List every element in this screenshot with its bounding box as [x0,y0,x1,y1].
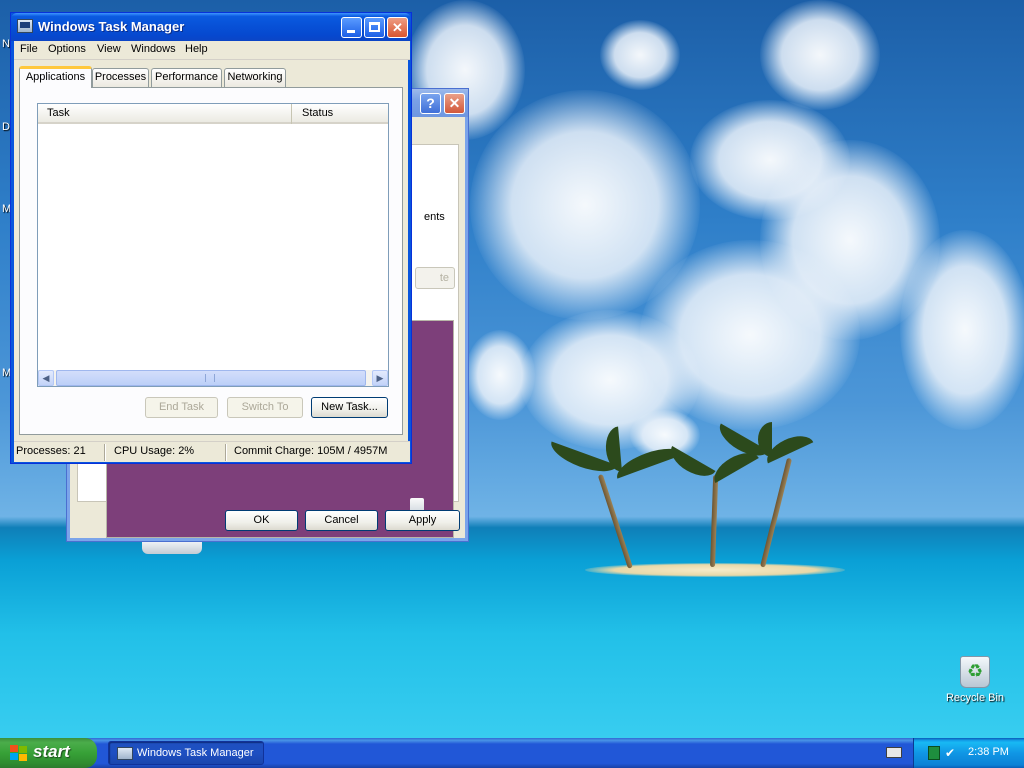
cloud [760,0,880,110]
task-manager-titlebar[interactable]: Windows Task Manager ✕ [11,13,411,41]
window-title: Windows Task Manager [38,19,185,34]
list-header: Task Status [38,104,388,124]
recycle-bin-label: Recycle Bin [945,692,1005,704]
tab-performance[interactable]: Performance [151,68,222,87]
menu-options[interactable]: Options [48,43,86,55]
menu-bar: File Options View Windows Help [14,41,410,60]
horizontal-scrollbar[interactable]: ◀ ▶ [38,370,388,386]
close-button[interactable]: ✕ [387,17,408,38]
partial-disabled-button[interactable]: te [415,267,455,289]
column-header-task[interactable]: Task [38,104,292,124]
taskbar: start Windows Task Manager ✔ 2:38 PM [0,738,1024,768]
status-separator [104,444,106,461]
status-commit-charge: Commit Charge: 105M / 4957M [234,445,388,457]
apply-button[interactable]: Apply [385,510,460,531]
status-separator [225,444,227,461]
keyboard-icon[interactable] [886,747,902,758]
tab-applications[interactable]: Applications [19,66,92,88]
palm-trunk [597,474,633,569]
grip-icon [205,374,215,382]
recycle-bin-desktop-icon[interactable]: Recycle Bin [940,656,1010,704]
help-button[interactable]: ? [420,93,441,114]
tab-processes[interactable]: Processes [92,68,149,87]
network-status-icon[interactable] [928,746,940,760]
scroll-left-button[interactable]: ◀ [38,370,54,386]
start-button[interactable]: start [0,738,97,768]
close-button[interactable]: ✕ [444,93,465,114]
scroll-thumb[interactable] [56,370,366,386]
switch-to-button[interactable]: Switch To [227,397,303,418]
boat [142,540,202,554]
scroll-right-button[interactable]: ▶ [372,370,388,386]
taskmgr-icon [17,19,33,33]
clock[interactable]: 2:38 PM [968,746,1009,758]
menu-view[interactable]: View [97,43,121,55]
menu-file[interactable]: File [20,43,38,55]
system-tray: ✔ 2:38 PM [913,738,1024,768]
windows-logo-icon [10,745,28,761]
desktop-icon-label-partial: D [2,121,10,133]
menu-windows[interactable]: Windows [131,43,176,55]
maximize-icon [369,22,380,32]
desktop-icon-label-partial: N [2,38,10,50]
taskmgr-icon [117,747,133,760]
status-bar: Processes: 21 CPU Usage: 2% Commit Charg… [14,441,410,462]
end-task-button[interactable]: End Task [145,397,218,418]
logo-quadrant [19,754,27,761]
close-icon: ✕ [392,20,403,35]
task-list[interactable]: Task Status ◀ ▶ [37,103,389,387]
new-task-button[interactable]: New Task... [311,397,388,418]
safely-remove-hardware-icon[interactable]: ✔ [945,746,959,760]
task-manager-window[interactable]: Windows Task Manager ✕ File Options View… [10,12,412,464]
palm-trunk [710,474,719,568]
minimize-button[interactable] [341,17,362,38]
cloud [900,230,1024,430]
maximize-button[interactable] [364,17,385,38]
logo-quadrant [10,753,18,760]
taskbar-button-task-manager[interactable]: Windows Task Manager [108,741,264,765]
taskbar-button-label: Windows Task Manager [137,747,254,759]
column-header-status[interactable]: Status [293,104,388,124]
logo-quadrant [10,745,18,752]
status-cpu-usage: CPU Usage: 2% [114,445,195,457]
start-label: start [33,742,70,761]
cloud [465,330,535,420]
tab-networking[interactable]: Networking [224,68,286,87]
ok-button[interactable]: OK [225,510,298,531]
minimize-icon [347,30,355,33]
status-processes: Processes: 21 [16,445,86,457]
logo-quadrant [19,746,27,753]
cancel-button[interactable]: Cancel [305,510,378,531]
cloud [600,20,680,90]
recycle-bin-icon [960,656,990,688]
partial-label: ents [424,211,445,223]
menu-help[interactable]: Help [185,43,208,55]
palm-trunk [760,457,793,568]
